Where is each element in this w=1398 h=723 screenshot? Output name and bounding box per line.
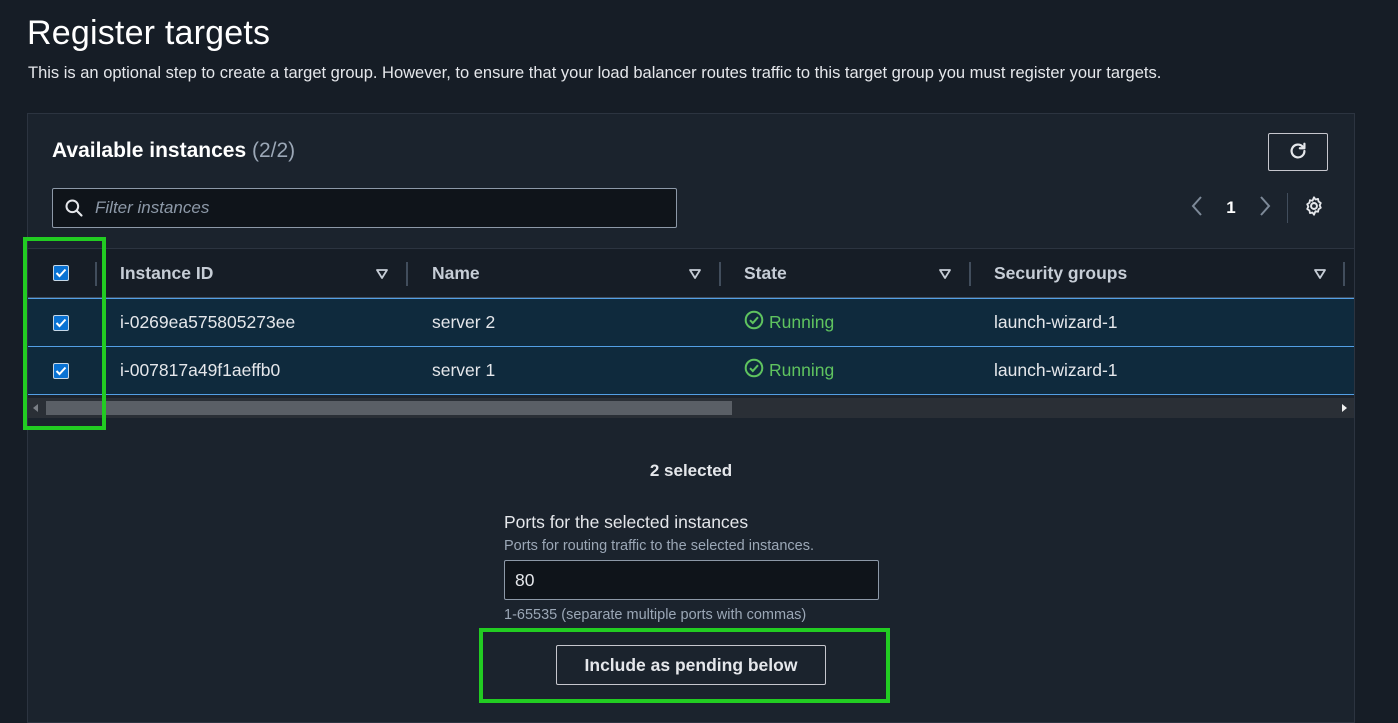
search-icon: [63, 197, 85, 219]
column-header-security-groups[interactable]: Security groups: [994, 249, 1127, 298]
include-as-pending-button[interactable]: Include as pending below: [556, 645, 826, 685]
sort-down-icon[interactable]: [375, 267, 389, 281]
sort-down-icon[interactable]: [1313, 267, 1327, 281]
panel-title: Available instances (2/2): [52, 139, 295, 163]
instance-id-cell[interactable]: i-007817a49f1aeffb0: [120, 347, 280, 394]
column-separator: [95, 262, 97, 286]
ports-description: Ports for routing traffic to the selecte…: [504, 538, 815, 554]
scroll-right-arrow[interactable]: [1342, 404, 1347, 412]
available-instances-panel: Available instances (2/2) 1: [27, 113, 1355, 723]
ports-hint: 1-65535 (separate multiple ports with co…: [504, 607, 807, 623]
column-header-state[interactable]: State: [744, 249, 787, 298]
state-cell: Running: [744, 347, 834, 394]
gear-icon: [1303, 195, 1325, 222]
refresh-icon: [1287, 140, 1309, 165]
column-separator: [406, 262, 408, 286]
horizontal-scrollbar[interactable]: [28, 398, 1354, 418]
name-cell: server 2: [432, 312, 496, 332]
table-row[interactable]: i-007817a49f1aeffb0 server 1 Running lau…: [28, 346, 1354, 395]
scroll-left-arrow[interactable]: [33, 404, 38, 412]
instance-count: (2/2): [252, 139, 296, 162]
pagination-divider: [1287, 193, 1288, 223]
scroll-thumb[interactable]: [46, 401, 732, 415]
check-circle-icon: [744, 358, 769, 383]
column-header-name[interactable]: Name: [432, 249, 480, 298]
security-groups-cell: launch-wizard-1: [994, 312, 1118, 332]
pagination: 1: [1185, 193, 1326, 223]
row-checkbox[interactable]: [53, 363, 69, 379]
chevron-left-icon: [1190, 195, 1204, 222]
filter-instances-input[interactable]: [93, 197, 657, 219]
select-all-checkbox[interactable]: [53, 265, 69, 281]
preferences-button[interactable]: [1302, 195, 1326, 222]
instances-table: Instance ID Name State Security groups i…: [28, 248, 1354, 420]
ports-input[interactable]: [504, 560, 879, 600]
column-header-instance-id[interactable]: Instance ID: [120, 249, 213, 298]
ports-label: Ports for the selected instances: [504, 512, 749, 532]
state-label: Running: [769, 312, 835, 332]
sort-down-icon[interactable]: [688, 267, 702, 281]
sort-down-icon[interactable]: [938, 267, 952, 281]
state-label: Running: [769, 360, 835, 380]
panel-title-text: Available instances: [52, 139, 247, 162]
selected-count: 2 selected: [649, 461, 733, 480]
page-title: Register targets: [27, 14, 271, 52]
name-cell: server 1: [432, 360, 496, 380]
column-separator: [969, 262, 971, 286]
chevron-right-icon: [1258, 195, 1272, 222]
row-checkbox[interactable]: [53, 315, 69, 331]
previous-page-button[interactable]: [1185, 195, 1209, 222]
table-header: Instance ID Name State Security groups: [28, 248, 1354, 298]
current-page-number[interactable]: 1: [1209, 198, 1253, 218]
filter-instances-field[interactable]: [52, 188, 677, 228]
column-separator: [719, 262, 721, 286]
refresh-button[interactable]: [1268, 133, 1328, 171]
check-circle-icon: [744, 310, 769, 335]
table-row[interactable]: i-0269ea575805273ee server 2 Running lau…: [28, 298, 1354, 347]
security-groups-cell: launch-wizard-1: [994, 360, 1118, 380]
page-description: This is an optional step to create a tar…: [28, 64, 1162, 82]
column-separator: [1343, 262, 1345, 286]
state-cell: Running: [744, 299, 834, 346]
next-page-button[interactable]: [1253, 195, 1277, 222]
instance-id-cell[interactable]: i-0269ea575805273ee: [120, 299, 295, 346]
